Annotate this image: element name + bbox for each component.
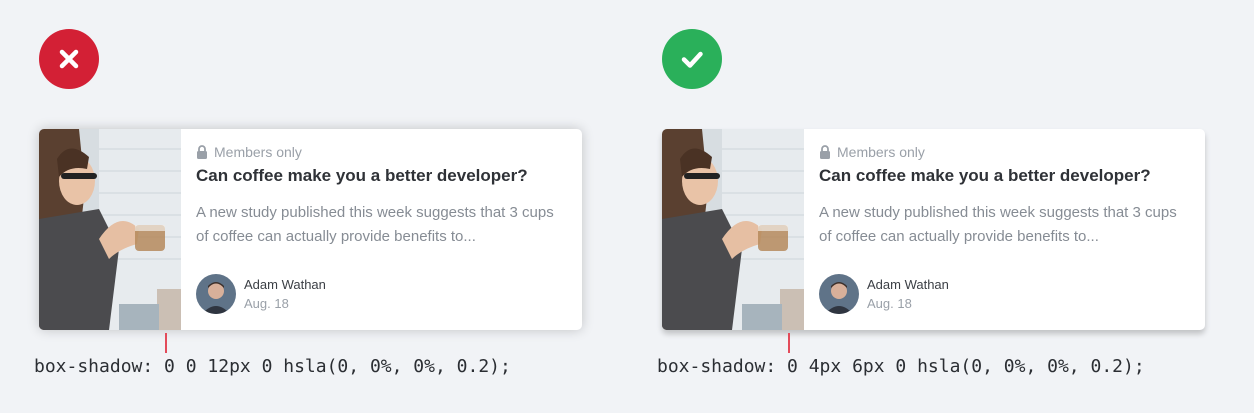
check-icon: [681, 51, 703, 68]
avatar[interactable]: [819, 274, 859, 314]
code-snippet: box-shadow: 0 0 12px 0 hsla(0, 0%, 0%, 0…: [34, 356, 511, 377]
author-name[interactable]: Adam Wathan: [867, 277, 949, 292]
author-info: Adam Wathan Aug. 18: [819, 274, 949, 314]
article-excerpt: A new study published this week suggests…: [819, 204, 1177, 245]
members-only-label: Members only: [819, 143, 1187, 161]
post-date: Aug. 18: [244, 296, 289, 311]
example-correct: Members only Can coffee make you a bette…: [623, 0, 1243, 413]
members-only-text: Members only: [214, 144, 302, 160]
author-info: Adam Wathan Aug. 18: [196, 274, 326, 314]
post-date: Aug. 18: [867, 296, 912, 311]
article-card[interactable]: Members only Can coffee make you a bette…: [39, 129, 582, 330]
article-photo: [39, 129, 181, 330]
members-only-text: Members only: [837, 144, 925, 160]
example-incorrect: Members only Can coffee make you a bette…: [0, 0, 620, 413]
article-card[interactable]: Members only Can coffee make you a bette…: [662, 129, 1205, 330]
members-only-label: Members only: [196, 143, 564, 161]
author-name[interactable]: Adam Wathan: [244, 277, 326, 292]
incorrect-badge: [39, 29, 99, 89]
avatar[interactable]: [196, 274, 236, 314]
article-excerpt: A new study published this week suggests…: [196, 204, 554, 245]
article-title[interactable]: Can coffee make you a better developer?: [196, 166, 564, 186]
shadow-marker: [165, 333, 167, 353]
shadow-marker: [788, 333, 790, 353]
correct-badge: [662, 29, 722, 89]
lock-icon: [197, 145, 207, 159]
code-snippet: box-shadow: 0 4px 6px 0 hsla(0, 0%, 0%, …: [657, 356, 1145, 377]
article-title[interactable]: Can coffee make you a better developer?: [819, 166, 1187, 186]
lock-icon: [820, 145, 830, 159]
article-photo: [662, 129, 804, 330]
x-icon: [59, 49, 79, 69]
